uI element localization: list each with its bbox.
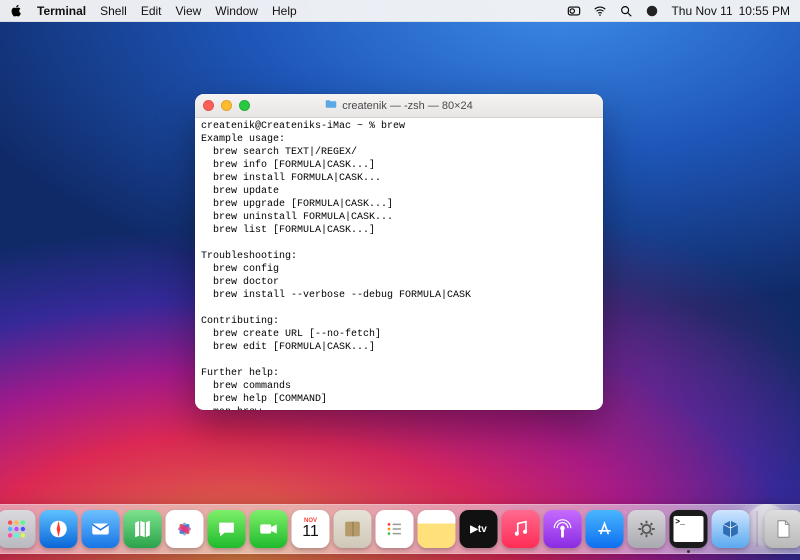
menu-view[interactable]: View [176, 4, 202, 18]
menubar-date[interactable]: Thu Nov 11 [671, 4, 732, 18]
apple-menu-icon[interactable] [10, 4, 23, 17]
dock-podcasts-icon[interactable] [544, 510, 582, 548]
dock-downloads-icon[interactable] [765, 510, 800, 548]
dock-contacts-icon[interactable] [334, 510, 372, 548]
dock-mail-icon[interactable] [82, 510, 120, 548]
dock-terminal-icon[interactable]: >_ [670, 510, 708, 548]
dock-maps-icon[interactable] [124, 510, 162, 548]
window-zoom-button[interactable] [239, 100, 250, 111]
menu-help[interactable]: Help [272, 4, 297, 18]
menu-shell[interactable]: Shell [100, 4, 127, 18]
dock-appstore-icon[interactable] [586, 510, 624, 548]
dock-music-icon[interactable] [502, 510, 540, 548]
dock-messages-icon[interactable] [208, 510, 246, 548]
control-center-icon[interactable] [567, 4, 581, 18]
window-title: createnik — -zsh — 80×24 [342, 100, 473, 112]
dock-notes-icon[interactable] [418, 510, 456, 548]
menu-bar: Terminal Shell Edit View Window Help Thu… [0, 0, 800, 22]
menu-edit[interactable]: Edit [141, 4, 162, 18]
terminal-window[interactable]: createnik — -zsh — 80×24 createnik@Creat… [195, 94, 603, 410]
dock-facetime-icon[interactable] [250, 510, 288, 548]
dock: NOV11 ▶tv >_ [0, 504, 800, 554]
dock-virtualbox-icon[interactable] [712, 510, 750, 548]
dock-calendar-icon[interactable]: NOV11 [292, 510, 330, 548]
menu-window[interactable]: Window [215, 4, 258, 18]
window-minimize-button[interactable] [221, 100, 232, 111]
spotlight-icon[interactable] [619, 4, 633, 18]
dock-safari-icon[interactable] [40, 510, 78, 548]
folder-icon [325, 98, 337, 113]
siri-icon[interactable] [645, 4, 659, 18]
wifi-icon[interactable] [593, 4, 607, 18]
dock-preferences-icon[interactable] [628, 510, 666, 548]
window-titlebar[interactable]: createnik — -zsh — 80×24 [195, 94, 603, 118]
dock-photos-icon[interactable] [166, 510, 204, 548]
dock-launchpad-icon[interactable] [0, 510, 36, 548]
app-menu[interactable]: Terminal [37, 4, 86, 18]
dock-tv-icon[interactable]: ▶tv [460, 510, 498, 548]
terminal-output[interactable]: createnik@Createniks-iMac ~ % brew Examp… [195, 118, 603, 410]
dock-separator [757, 511, 758, 547]
window-close-button[interactable] [203, 100, 214, 111]
menubar-time[interactable]: 10:55 PM [739, 4, 790, 18]
dock-reminders-icon[interactable] [376, 510, 414, 548]
